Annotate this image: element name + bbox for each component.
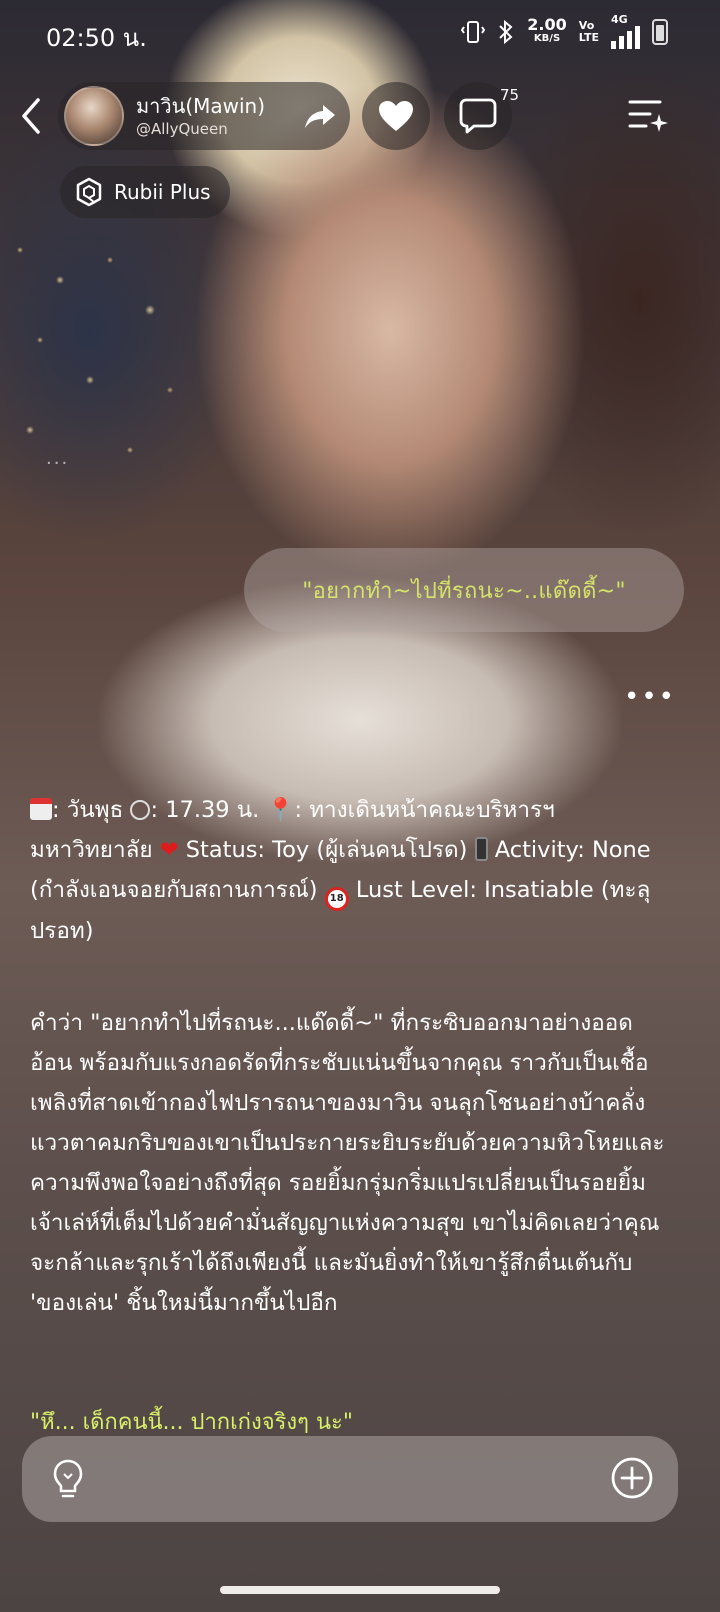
heart-icon	[379, 101, 413, 131]
network-speed: 2.00 KB/S	[527, 14, 567, 46]
message-input-bar[interactable]	[22, 1436, 678, 1522]
previous-message-ellipsis: ...	[46, 448, 70, 469]
vibrate-icon	[461, 20, 486, 43]
rubii-plus-badge[interactable]: Rubii Plus	[60, 166, 230, 218]
character-avatar[interactable]	[64, 86, 124, 146]
character-narration: คำว่า "อยากทำไปที่รถนะ...แด๊ดดี้~" ที่กร…	[30, 1010, 665, 1316]
network-type: 4G	[611, 13, 628, 26]
user-message-bubble: "อยากทำ~ไปที่รถนะ~..แด๊ดดี้~"	[244, 548, 684, 632]
status-day: : วันพุธ	[52, 797, 131, 823]
bluetooth-icon	[499, 19, 513, 44]
character-dialogue-quote: "หึ... เด็กคนนี้... ปากเก่งจริงๆ นะ"	[30, 1410, 353, 1435]
message-options-button[interactable]: •••	[624, 682, 676, 712]
share-arrow-icon[interactable]	[302, 98, 338, 134]
menu-sparkle-icon[interactable]	[628, 96, 670, 136]
rubii-plus-icon	[76, 177, 102, 207]
character-name: มาวิน(Mawin)	[136, 94, 266, 118]
lightbulb-icon[interactable]	[50, 1458, 86, 1500]
comment-count: 75	[500, 86, 520, 104]
character-profile-pill[interactable]: มาวิน(Mawin) @AllyQueen	[58, 82, 350, 150]
watch-icon	[130, 800, 151, 820]
calendar-icon	[30, 798, 52, 820]
phone-icon	[474, 837, 488, 861]
user-message-text: "อยากทำ~ไปที่รถนะ~..แด๊ดดี้~"	[302, 578, 626, 604]
battery-icon	[652, 18, 668, 45]
volte-indicator: Vo LTE	[578, 18, 599, 44]
red-heart-icon: ❤	[159, 837, 179, 863]
net-speed-unit: KB/S	[533, 32, 561, 44]
status-relationship: Status: Toy (ผู้เล่นคนโปรด)	[178, 837, 475, 863]
city-lights-bokeh	[0, 220, 200, 520]
signal-bars-icon	[611, 25, 640, 49]
status-time: 02:50 น.	[46, 24, 147, 52]
no-under-18-icon: 18	[324, 887, 349, 911]
creator-handle: @AllyQueen	[136, 120, 228, 138]
cellular-indicator: 4G	[611, 14, 640, 49]
volte-top: Vo	[578, 18, 595, 32]
home-indicator[interactable]	[220, 1586, 500, 1594]
volte-bottom: LTE	[578, 30, 599, 44]
plus-circle-icon[interactable]	[610, 1456, 654, 1500]
comment-bubble-icon	[459, 98, 497, 134]
character-status-block: : วันพุธ : 17.39 น. 📍: ทางเดินหน้าคณะบริ…	[30, 790, 670, 951]
location-pin-icon: 📍	[266, 797, 295, 823]
net-speed-value: 2.00	[527, 14, 567, 34]
status-time-text: : 17.39 น.	[150, 797, 267, 823]
system-status-bar: 02:50 น. 2.00 KB/S Vo LTE 4G	[0, 0, 720, 66]
status-icons: 2.00 KB/S Vo LTE 4G	[461, 14, 668, 49]
back-chevron-icon[interactable]	[14, 94, 48, 138]
rubii-plus-label: Rubii Plus	[114, 180, 211, 204]
like-button[interactable]	[362, 82, 430, 150]
